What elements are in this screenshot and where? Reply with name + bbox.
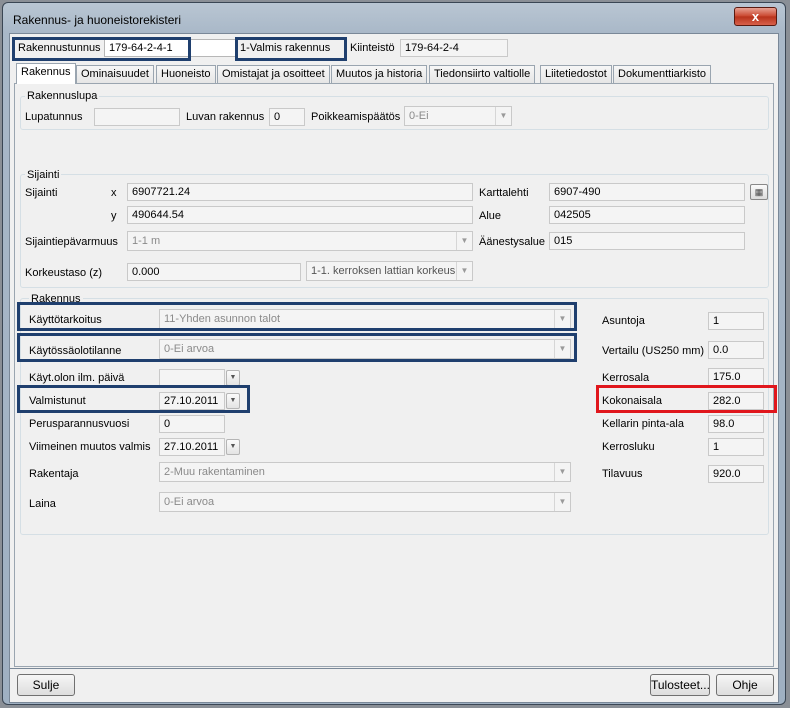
aanestysalue-label: Äänestysalue — [479, 236, 546, 248]
tab-ominaisuudet[interactable]: Ominaisuudet — [76, 65, 154, 83]
lupatunnus-field[interactable] — [94, 108, 180, 126]
sijaintiepavarmuus-label: Sijaintiepävarmuus — [25, 236, 118, 248]
laina-label: Laina — [29, 498, 56, 510]
korkeustaso-field[interactable]: 0.000 — [127, 263, 301, 281]
viimeinen-muutos-field[interactable]: 27.10.2011 — [159, 438, 225, 456]
chevron-down-icon: ▼ — [456, 232, 472, 250]
korkeus-reference-value: 1-1. kerroksen lattian korkeus — [311, 265, 456, 277]
kiinteisto-field[interactable]: 179-64-2-4 — [400, 39, 508, 57]
tilavuus-field[interactable]: 920.0 — [708, 465, 764, 483]
kerrosala-label: Kerrosala — [602, 372, 650, 384]
kerrosluku-label: Kerrosluku — [602, 441, 655, 453]
korkeus-reference-combo[interactable]: 1-1. kerroksen lattian korkeus ▼ — [306, 261, 473, 281]
kayt-olon-ilm-paiva-label: Käyt.olon ilm. päivä — [29, 372, 125, 384]
karttalehti-field[interactable]: 6907-490 — [549, 183, 745, 201]
tab-liitetiedostot[interactable]: Liitetiedostot — [540, 65, 612, 83]
asuntoja-label: Asuntoja — [602, 315, 645, 327]
perusparannusvuosi-field[interactable]: 0 — [159, 415, 225, 433]
luvan-rakennus-label: Luvan rakennus — [186, 111, 265, 123]
map-icon[interactable]: ▦ — [750, 184, 768, 200]
chevron-down-icon: ▼ — [495, 107, 511, 125]
kellarin-pinta-ala-label: Kellarin pinta-ala — [602, 418, 684, 430]
tab-omistajat-ja-osoitteet[interactable]: Omistajat ja osoitteet — [217, 65, 330, 83]
sijainti-label: Sijainti — [25, 187, 58, 199]
dialog-client-area: Rakennustunnus 179-64-2-4-1 1-Valmis rak… — [9, 33, 779, 669]
rakentaja-value: 2-Muu rakentaminen — [164, 466, 265, 478]
kiinteisto-label: Kiinteistö — [350, 42, 395, 54]
poikkeamispaatos-label: Poikkeamispäätös — [311, 111, 401, 123]
aanestysalue-field[interactable]: 015 — [549, 232, 745, 250]
laina-combo[interactable]: 0-Ei arvoa ▼ — [159, 492, 571, 512]
x-coordinate-field[interactable]: 6907721.24 — [127, 183, 473, 201]
window-title: Rakennus- ja huoneistorekisteri — [13, 13, 182, 27]
highlight-status — [235, 37, 347, 61]
highlight-valmistunut — [17, 385, 250, 413]
highlight-rakennustunnus — [12, 37, 191, 61]
tab-panel-rakennus: Rakennuslupa Lupatunnus Luvan rakennus 0… — [14, 83, 777, 667]
title-bar[interactable]: Rakennus- ja huoneistorekisteri x — [3, 3, 785, 33]
asuntoja-field[interactable]: 1 — [708, 312, 764, 330]
tulosteet-button[interactable]: Tulosteet... — [650, 674, 710, 696]
tab-dokumenttiarkisto[interactable]: Dokumenttiarkisto — [613, 65, 712, 83]
tilavuus-label: Tilavuus — [602, 468, 643, 480]
viimeinen-muutos-label: Viimeinen muutos valmis — [29, 441, 151, 453]
lupatunnus-label: Lupatunnus — [25, 111, 83, 123]
tab-rakennus[interactable]: Rakennus — [16, 63, 76, 84]
rakentaja-label: Rakentaja — [29, 468, 79, 480]
tab-huoneisto[interactable]: Huoneisto — [156, 65, 216, 83]
laina-value: 0-Ei arvoa — [164, 496, 215, 508]
highlight-kokonaisala — [596, 385, 777, 413]
vertailu-field[interactable]: 0.0 — [708, 341, 764, 359]
tab-tiedonsiirto-valtiolle[interactable]: Tiedonsiirto valtiolle — [429, 65, 536, 83]
x-label: x — [111, 187, 117, 199]
chevron-down-icon: ▼ — [554, 463, 570, 481]
dialog-footer: Sulje Tulosteet... Ohje — [9, 669, 779, 703]
sijainti-group-title: Sijainti — [25, 168, 62, 182]
y-coordinate-field[interactable]: 490644.54 — [127, 206, 473, 224]
karttalehti-label: Karttalehti — [479, 187, 529, 199]
poikkeamispaatos-value: 0-Ei — [409, 110, 429, 122]
date-picker-icon[interactable]: ▼ — [226, 439, 240, 455]
sulje-button[interactable]: Sulje — [17, 674, 75, 696]
highlight-kaytossaolotilanne — [17, 333, 577, 362]
poikkeamispaatos-combo[interactable]: 0-Ei ▼ — [404, 106, 512, 126]
alue-field[interactable]: 042505 — [549, 206, 745, 224]
kerrosluku-field[interactable]: 1 — [708, 438, 764, 456]
rakentaja-combo[interactable]: 2-Muu rakentaminen ▼ — [159, 462, 571, 482]
luvan-rakennus-field[interactable]: 0 — [269, 108, 305, 126]
chevron-down-icon: ▼ — [456, 262, 472, 280]
perusparannusvuosi-label: Perusparannusvuosi — [29, 418, 130, 430]
close-button[interactable]: x — [734, 7, 777, 26]
highlight-kayttotarkoitus — [17, 302, 577, 331]
korkeustaso-label: Korkeustaso (z) — [25, 267, 103, 279]
y-label: y — [111, 210, 117, 222]
sijaintiepavarmuus-combo[interactable]: 1-1 m ▼ — [127, 231, 473, 251]
vertailu-label: Vertailu (US250 mm) — [602, 345, 705, 357]
date-picker-icon[interactable]: ▼ — [226, 370, 240, 386]
alue-label: Alue — [479, 210, 502, 222]
tab-muutos-ja-historia[interactable]: Muutos ja historia — [331, 65, 428, 83]
ohje-button[interactable]: Ohje — [716, 674, 774, 696]
dialog-window: Rakennus- ja huoneistorekisteri x Rakenn… — [2, 2, 786, 705]
kerrosala-field[interactable]: 175.0 — [708, 368, 764, 386]
kellarin-pinta-ala-field[interactable]: 98.0 — [708, 415, 764, 433]
rakennuslupa-group-title: Rakennuslupa — [25, 89, 100, 103]
sijaintiepavarmuus-value: 1-1 m — [132, 235, 161, 247]
chevron-down-icon: ▼ — [554, 493, 570, 511]
